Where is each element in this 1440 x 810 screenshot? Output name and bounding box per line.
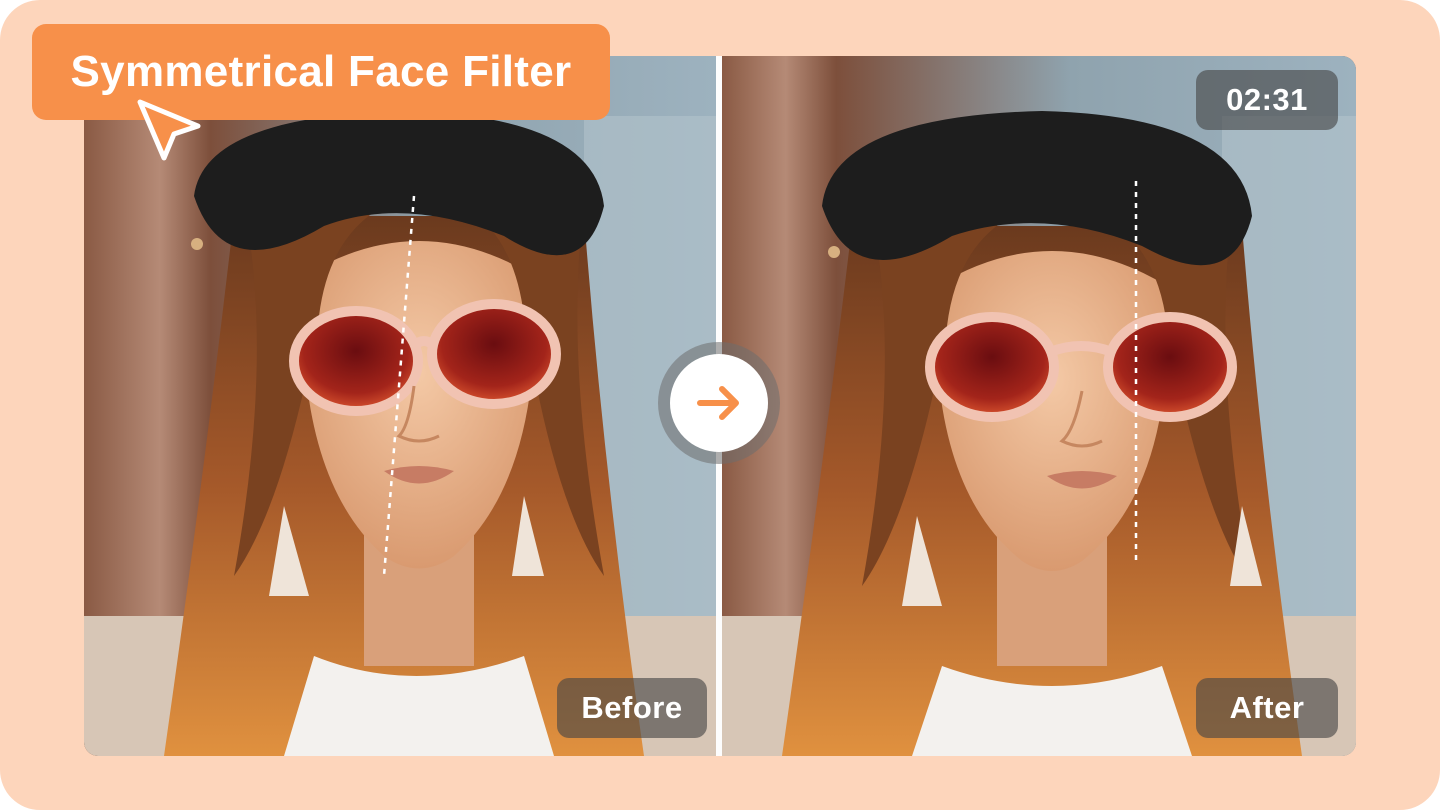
arrow-right-icon [697, 386, 739, 420]
after-portrait-illustration [722, 56, 1356, 756]
promo-frame: Before After 02:31 Symmetrical Face Filt… [0, 0, 1440, 810]
compare-arrow-button-face [670, 354, 768, 452]
before-label: Before [557, 678, 707, 738]
page-title: Symmetrical Face Filter [32, 24, 610, 120]
timer-badge: 02:31 [1196, 70, 1338, 130]
after-photo [722, 56, 1356, 756]
after-label: After [1196, 678, 1338, 738]
compare-arrow-button[interactable] [658, 342, 780, 464]
cursor-arrow-icon [137, 99, 201, 161]
